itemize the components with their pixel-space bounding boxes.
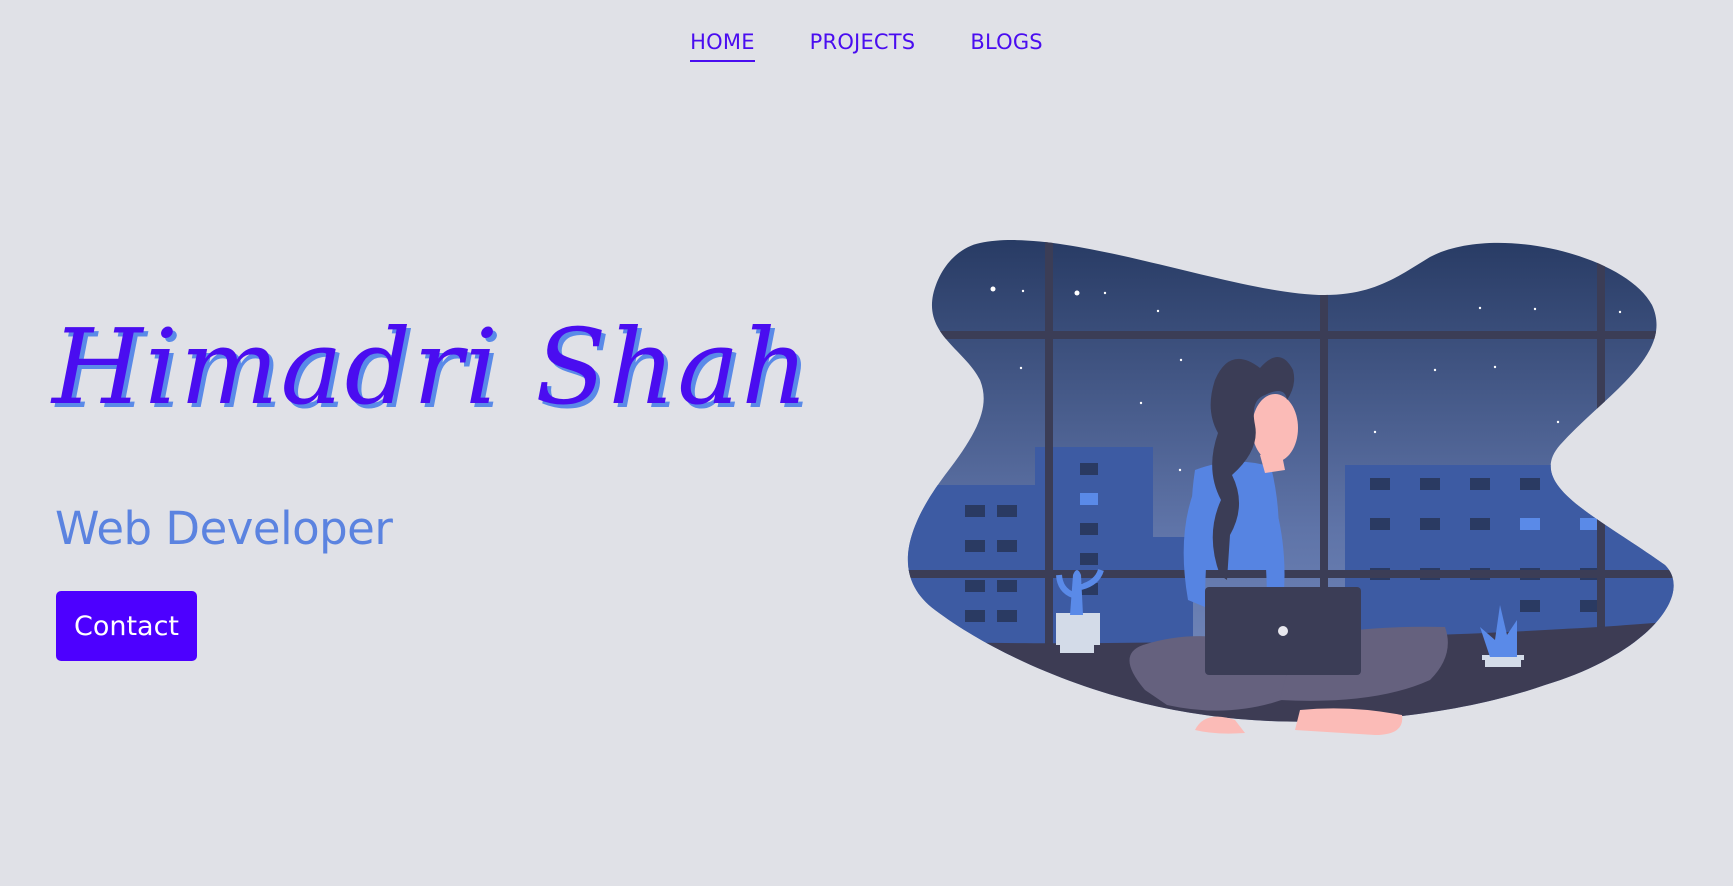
hero-role: Web Developer [55,502,393,555]
contact-button[interactable]: Contact [56,591,197,661]
hero-name: Himadri Shah [52,306,811,428]
nav-blogs-link[interactable]: BLOGS [970,30,1043,62]
top-navigation: HOME PROJECTS BLOGS [0,30,1733,62]
woman-laptop-illustration [907,240,1674,735]
nav-projects-link[interactable]: PROJECTS [810,30,916,62]
nav-home-link[interactable]: HOME [690,30,755,62]
